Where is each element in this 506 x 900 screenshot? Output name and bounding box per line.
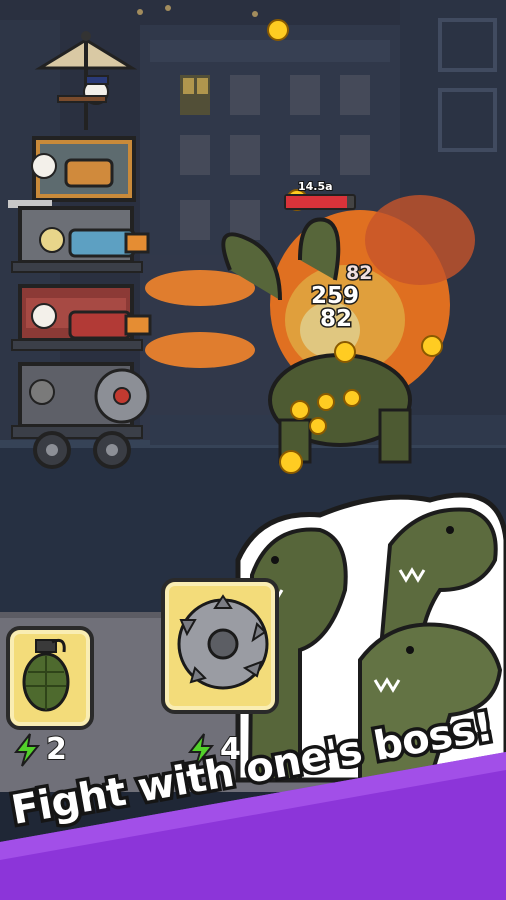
boss-hp-bar xyxy=(284,194,356,210)
skill-card-grenade[interactable] xyxy=(6,626,94,730)
boss-hp-fill xyxy=(286,196,348,208)
damage-number: 82 xyxy=(318,305,353,334)
saw-blade-icon xyxy=(177,594,269,690)
cost-value: 2 xyxy=(45,731,68,768)
damage-number: 82 xyxy=(344,261,374,286)
boss-hp-label: 14.5a xyxy=(297,179,334,194)
skill-card-saw[interactable] xyxy=(161,578,279,714)
grenade-icon xyxy=(22,638,70,712)
energy-bolt-icon xyxy=(14,732,40,767)
skill-cost-grenade: 2 xyxy=(14,731,68,768)
